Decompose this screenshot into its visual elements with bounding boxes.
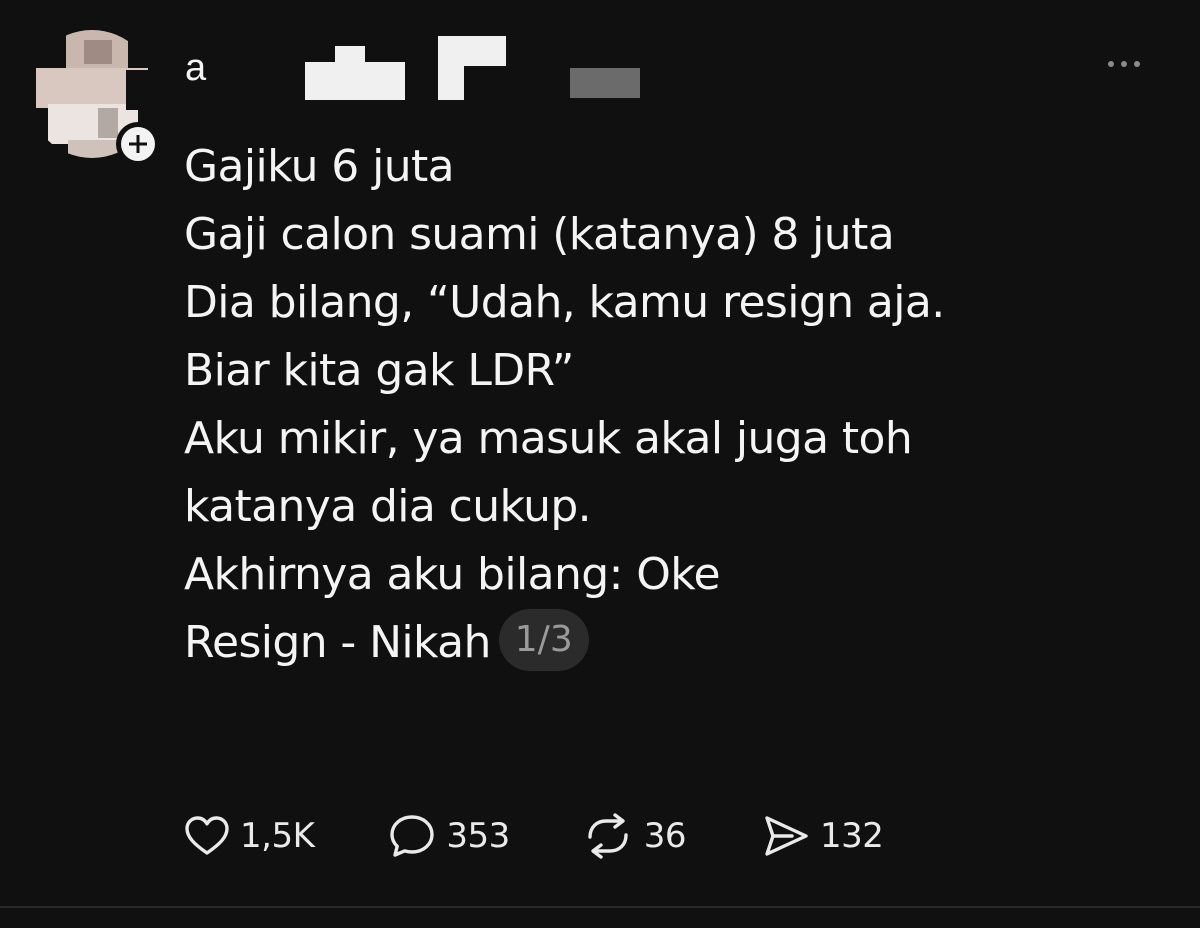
send-icon bbox=[762, 814, 810, 858]
more-horizontal-icon-dot bbox=[1121, 61, 1127, 67]
like-count: 1,5K bbox=[240, 816, 315, 856]
username-redaction bbox=[438, 62, 464, 100]
post-line: Dia bilang, “Udah, kamu resign aja. bbox=[184, 277, 945, 328]
post-line: Gaji calon suami (katanya) 8 juta bbox=[184, 209, 895, 260]
more-horizontal-icon-dot bbox=[1108, 61, 1114, 67]
repost-arrows-icon bbox=[582, 813, 634, 859]
username-redaction bbox=[570, 68, 640, 98]
more-options-button[interactable] bbox=[1098, 52, 1150, 76]
post-line: Akhirnya aku bilang: Oke bbox=[184, 549, 721, 600]
follow-badge-inner bbox=[121, 127, 155, 161]
action-bar: 1,5K 353 36 132 bbox=[184, 808, 884, 864]
page-indicator-badge: 1/3 bbox=[498, 609, 589, 671]
post-line: Biar kita gak LDR” bbox=[184, 345, 574, 396]
post-divider bbox=[0, 906, 1200, 908]
post-container: a Gajiku 6 juta Gaji calon suami (katany… bbox=[0, 0, 1200, 906]
avatar-pixel bbox=[98, 108, 118, 138]
username-redaction bbox=[305, 62, 405, 100]
post-line: katanya dia cukup. bbox=[184, 481, 592, 532]
post-line-text: Resign - Nikah bbox=[184, 617, 491, 668]
avatar-pixel bbox=[84, 40, 112, 64]
reply-button[interactable]: 353 bbox=[388, 813, 510, 859]
follow-button[interactable] bbox=[116, 122, 160, 166]
comment-bubble-icon bbox=[388, 813, 436, 859]
share-button[interactable]: 132 bbox=[762, 814, 884, 858]
avatar-pixel bbox=[126, 70, 156, 110]
repost-count: 36 bbox=[643, 816, 687, 856]
plus-icon bbox=[127, 133, 149, 155]
more-horizontal-icon-dot bbox=[1134, 61, 1140, 67]
heart-icon bbox=[184, 815, 230, 857]
post-line: Aku mikir, ya masuk akal juga toh bbox=[184, 413, 913, 464]
post-line: Gajiku 6 juta bbox=[184, 141, 455, 192]
repost-button[interactable]: 36 bbox=[582, 813, 687, 859]
share-count: 132 bbox=[820, 816, 884, 856]
username[interactable]: a bbox=[185, 46, 206, 90]
like-button[interactable]: 1,5K bbox=[184, 815, 315, 857]
post-body: Gajiku 6 juta Gaji calon suami (katanya)… bbox=[184, 133, 1164, 677]
username-redaction bbox=[335, 46, 365, 66]
post-line-last: Resign - Nikah 1/3 bbox=[184, 609, 1164, 677]
reply-count: 353 bbox=[446, 816, 510, 856]
